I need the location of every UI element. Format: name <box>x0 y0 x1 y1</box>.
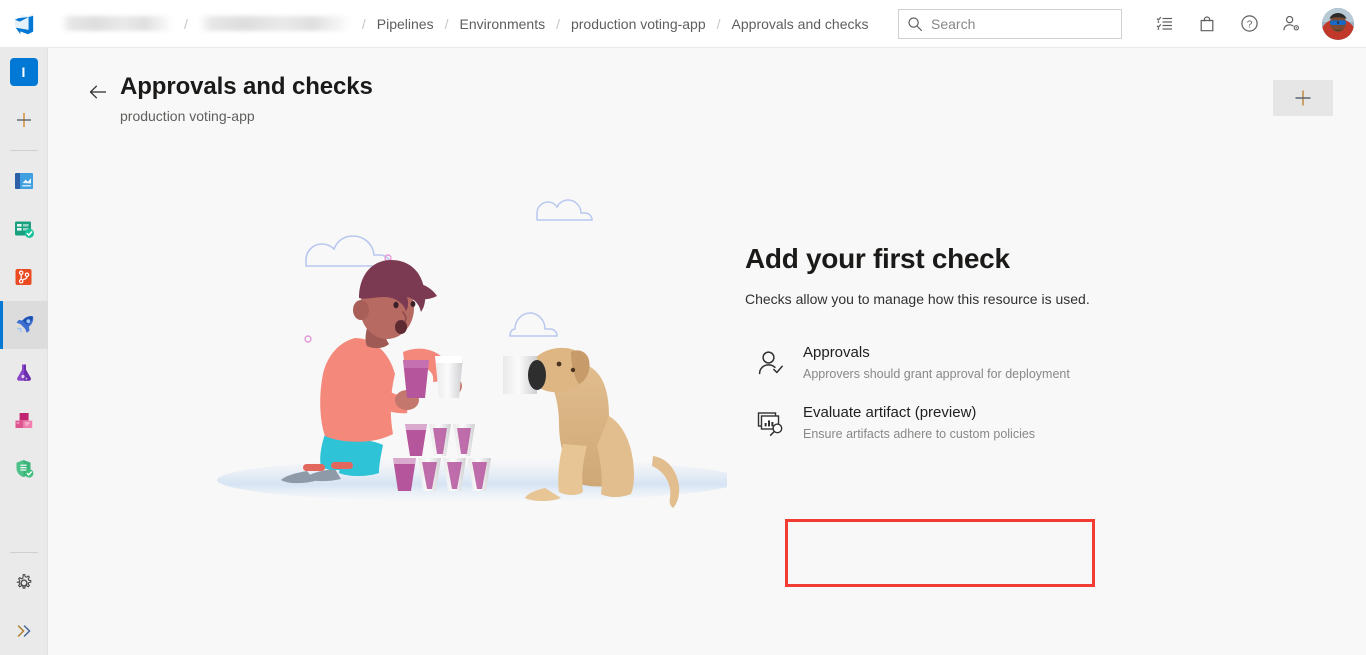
page-title-block: Approvals and checks production voting-a… <box>120 72 373 124</box>
page-title: Approvals and checks <box>120 73 373 100</box>
task-list-icon-glyph <box>1156 16 1172 30</box>
check-option-title: Approvals <box>803 344 870 361</box>
breadcrumb: / / Pipelines / Environments / productio… <box>48 0 878 48</box>
sidebar-item-expand[interactable] <box>0 607 48 655</box>
page-header: Approvals and checks production voting-a… <box>82 72 373 124</box>
sidebar-project-badge: I <box>9 58 38 86</box>
sidebar-item-boards[interactable] <box>0 205 48 253</box>
azure-devops-logo-icon <box>14 13 34 34</box>
gear-icon <box>16 574 31 589</box>
header-actions: Search ? <box>898 0 1366 48</box>
task-list-icon[interactable] <box>1148 0 1182 48</box>
breadcrumb-separator: / <box>556 15 560 32</box>
shopping-bag-icon[interactable] <box>1190 0 1224 48</box>
user-settings-icon-glyph <box>1282 15 1299 31</box>
sidebar-divider <box>9 150 38 151</box>
breadcrumb-separator: / <box>184 15 188 32</box>
shopping-bag-icon-glyph <box>1200 15 1214 31</box>
breadcrumb-item-environment-name[interactable]: production voting-app <box>562 0 715 48</box>
sidebar-item-test-plans[interactable] <box>0 349 48 397</box>
check-option-approvals[interactable]: Approvals Approvers should grant approva… <box>743 333 1165 393</box>
highlight-annotation-box <box>785 519 1095 587</box>
help-icon-glyph: ? <box>1240 15 1258 32</box>
breadcrumb-item-pipelines[interactable]: Pipelines <box>368 0 443 48</box>
plus-icon <box>1295 90 1311 106</box>
illustration-svg <box>217 199 741 508</box>
svg-text:?: ? <box>1246 19 1252 30</box>
boards-icon <box>14 221 34 238</box>
sidebar-item-advanced-security[interactable] <box>0 445 48 493</box>
evaluate-artifact-icon-glyph <box>757 412 783 436</box>
panel-heading: Add your first check <box>745 243 1010 274</box>
breadcrumb-separator: / <box>361 15 366 32</box>
breadcrumb-project-redacted[interactable] <box>198 16 351 31</box>
chevron-double-right-icon <box>17 625 31 637</box>
sidebar-item-overview[interactable] <box>0 157 48 205</box>
check-options-list: Approvals Approvers should grant approva… <box>743 333 1165 587</box>
plus-icon <box>16 113 31 127</box>
breadcrumb-separator: / <box>716 15 721 32</box>
sidebar-item-new[interactable] <box>0 96 48 144</box>
sidebar-item-pipelines[interactable] <box>0 301 48 349</box>
repos-icon <box>15 269 31 285</box>
breadcrumb-item-environments[interactable]: Environments <box>451 0 555 48</box>
help-icon[interactable]: ? <box>1232 0 1266 48</box>
person-check-icon-glyph <box>758 351 783 375</box>
left-sidebar: I <box>0 48 48 655</box>
avatar-photo <box>1322 7 1354 40</box>
search-input[interactable]: Search <box>898 8 1122 39</box>
page-subtitle: production voting-app <box>120 108 255 124</box>
search-icon <box>908 16 922 31</box>
top-header: / / Pipelines / Environments / productio… <box>0 0 1366 48</box>
cup-stacking-illustration <box>207 188 741 518</box>
breadcrumb-organization-redacted[interactable] <box>61 16 173 31</box>
pipelines-icon <box>16 316 33 333</box>
user-settings-icon[interactable] <box>1274 0 1308 48</box>
test-plans-icon <box>16 364 31 381</box>
breadcrumb-separator: / <box>444 15 449 32</box>
artifacts-icon <box>15 413 32 428</box>
check-option-title: Evaluate artifact (preview) <box>803 404 977 421</box>
cloud-icon <box>509 312 558 337</box>
add-check-panel: Add your first check Checks allow you to… <box>743 243 1165 587</box>
sidebar-item-repos[interactable] <box>0 253 48 301</box>
sidebar-item-project[interactable]: I <box>0 48 48 96</box>
check-option-evaluate-artifact[interactable]: Evaluate artifact (preview) Ensure artif… <box>743 393 1165 453</box>
check-option-description: Ensure artifacts adhere to custom polici… <box>803 427 1036 441</box>
shield-check-icon <box>16 460 33 478</box>
avatar[interactable] <box>1322 7 1354 40</box>
check-option-text: Evaluate artifact (preview) Ensure artif… <box>803 403 1035 443</box>
evaluate-artifact-icon <box>755 407 787 439</box>
app-root: / / Pipelines / Environments / productio… <box>0 0 1366 655</box>
add-check-button[interactable] <box>1273 80 1333 116</box>
check-option-description: Approvers should grant approval for depl… <box>803 367 1070 381</box>
check-option-text: Approvals Approvers should grant approva… <box>803 343 1070 383</box>
overview-icon <box>14 173 33 189</box>
breadcrumb-item-approvals-and-checks[interactable]: Approvals and checks <box>723 0 878 48</box>
sidebar-divider-bottom <box>9 552 38 553</box>
main-content: Approvals and checks production voting-a… <box>49 48 1366 655</box>
cloud-icon <box>305 235 392 267</box>
panel-subtitle: Checks allow you to manage how this reso… <box>745 291 1090 307</box>
arrow-left-icon <box>89 85 106 99</box>
back-button[interactable] <box>82 76 114 108</box>
azure-devops-logo[interactable] <box>0 0 48 48</box>
search-placeholder: Search <box>931 15 976 32</box>
sidebar-item-settings[interactable] <box>0 559 48 607</box>
cloud-icon <box>536 199 593 221</box>
person-check-icon <box>755 347 787 379</box>
sidebar-item-artifacts[interactable] <box>0 397 48 445</box>
